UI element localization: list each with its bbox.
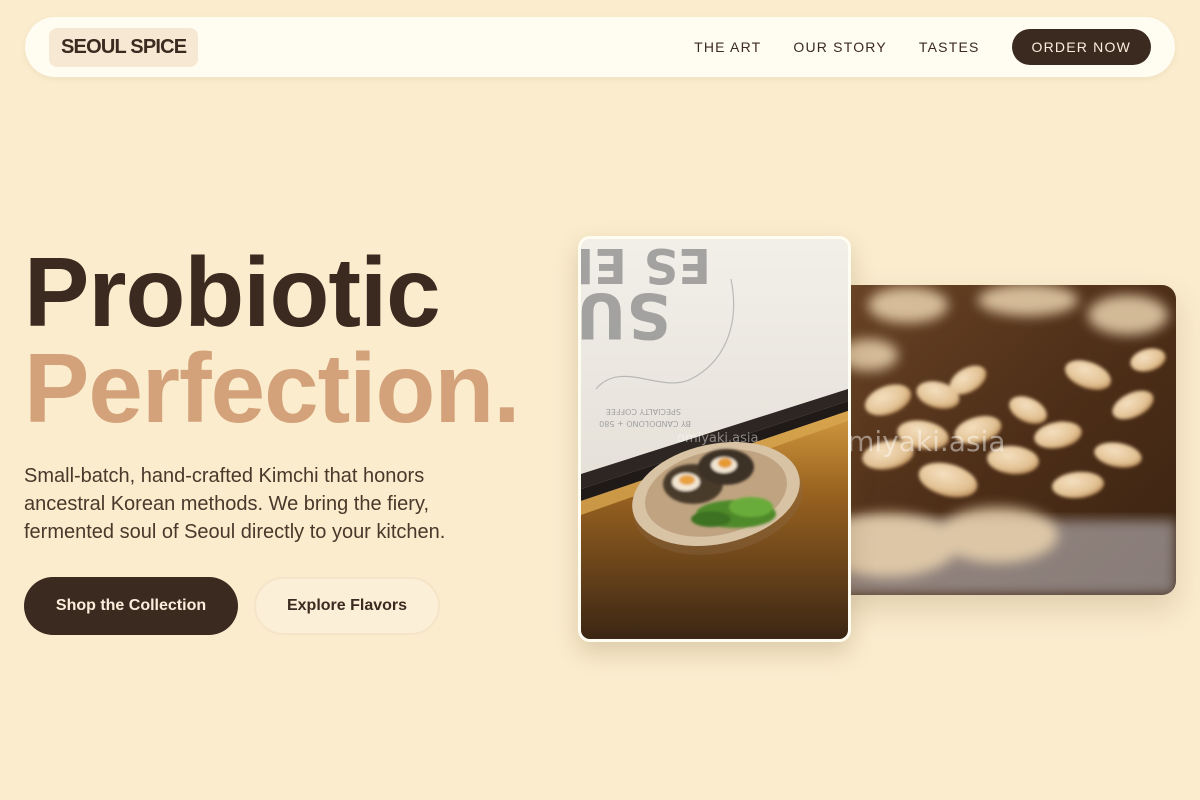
hero-title: Probiotic Perfection.	[24, 237, 520, 443]
hero-title-line2: Perfection.	[24, 333, 520, 443]
nav-links: THE ART OUR STORY TASTES ORDER NOW	[694, 29, 1151, 65]
dish-photo-card: ES EL SUR SPECIALTY COFFEE BY CANDOLONO …	[578, 236, 851, 642]
explore-flavors-button[interactable]: Explore Flavors	[254, 577, 440, 635]
nav-link-tastes[interactable]: TASTES	[919, 39, 980, 55]
nuts-photo-card: omiyaki.asia	[828, 285, 1176, 595]
nav-link-the-art[interactable]: THE ART	[694, 39, 761, 55]
top-nav: SEOUL SPICE THE ART OUR STORY TASTES ORD…	[25, 17, 1175, 77]
sign-text-main: SUR	[581, 279, 671, 352]
nuts-watermark: omiyaki.asia	[830, 425, 1006, 458]
nav-link-our-story[interactable]: OUR STORY	[793, 39, 887, 55]
hero-description: Small-batch, hand-crafted Kimchi that ho…	[24, 465, 446, 543]
sign-sub2: BY CANDOLONO + 580	[599, 419, 691, 428]
shop-collection-button[interactable]: Shop the Collection	[24, 577, 238, 635]
landing-page: SEOUL SPICE THE ART OUR STORY TASTES ORD…	[0, 0, 1200, 800]
order-now-button[interactable]: ORDER NOW	[1011, 29, 1151, 65]
hero-title-line1: Probiotic	[24, 237, 441, 347]
dish-watermark: omiyaki.asia	[677, 431, 759, 446]
brand-logo[interactable]: SEOUL SPICE	[49, 27, 199, 67]
sign-sub1: SPECIALTY COFFEE	[606, 407, 681, 416]
